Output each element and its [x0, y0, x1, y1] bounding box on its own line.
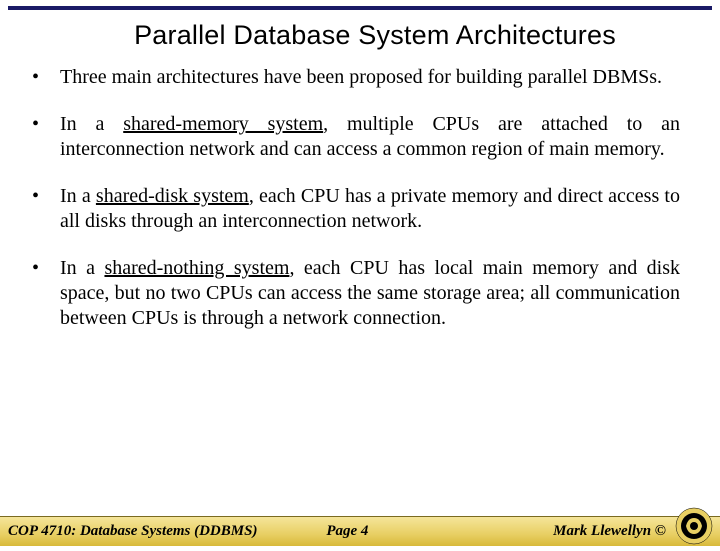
- bullet-text: Three main architectures have been propo…: [60, 65, 680, 90]
- bullet-marker: •: [30, 256, 60, 280]
- top-rule: [8, 6, 712, 10]
- bullet-marker: •: [30, 65, 60, 89]
- ucf-logo-icon: [674, 506, 714, 546]
- bullet-text: In a shared-nothing system, each CPU has…: [60, 256, 680, 331]
- footer-author: Mark Llewellyn ©: [553, 523, 666, 540]
- bullet-item: • Three main architectures have been pro…: [30, 65, 680, 90]
- footer-course: COP 4710: Database Systems (DDBMS): [0, 523, 257, 540]
- slide-title: Parallel Database System Architectures: [60, 20, 690, 51]
- bullet-item: • In a shared-memory system, multiple CP…: [30, 112, 680, 162]
- footer-page: Page 4: [326, 523, 368, 540]
- bullet-item: • In a shared-nothing system, each CPU h…: [30, 256, 680, 331]
- bullet-marker: •: [30, 112, 60, 136]
- slide-content: • Three main architectures have been pro…: [0, 65, 720, 331]
- bullet-text: In a shared-disk system, each CPU has a …: [60, 184, 680, 234]
- footer-bar: COP 4710: Database Systems (DDBMS) Page …: [0, 516, 720, 546]
- bullet-marker: •: [30, 184, 60, 208]
- bullet-item: • In a shared-disk system, each CPU has …: [30, 184, 680, 234]
- bullet-text: In a shared-memory system, multiple CPUs…: [60, 112, 680, 162]
